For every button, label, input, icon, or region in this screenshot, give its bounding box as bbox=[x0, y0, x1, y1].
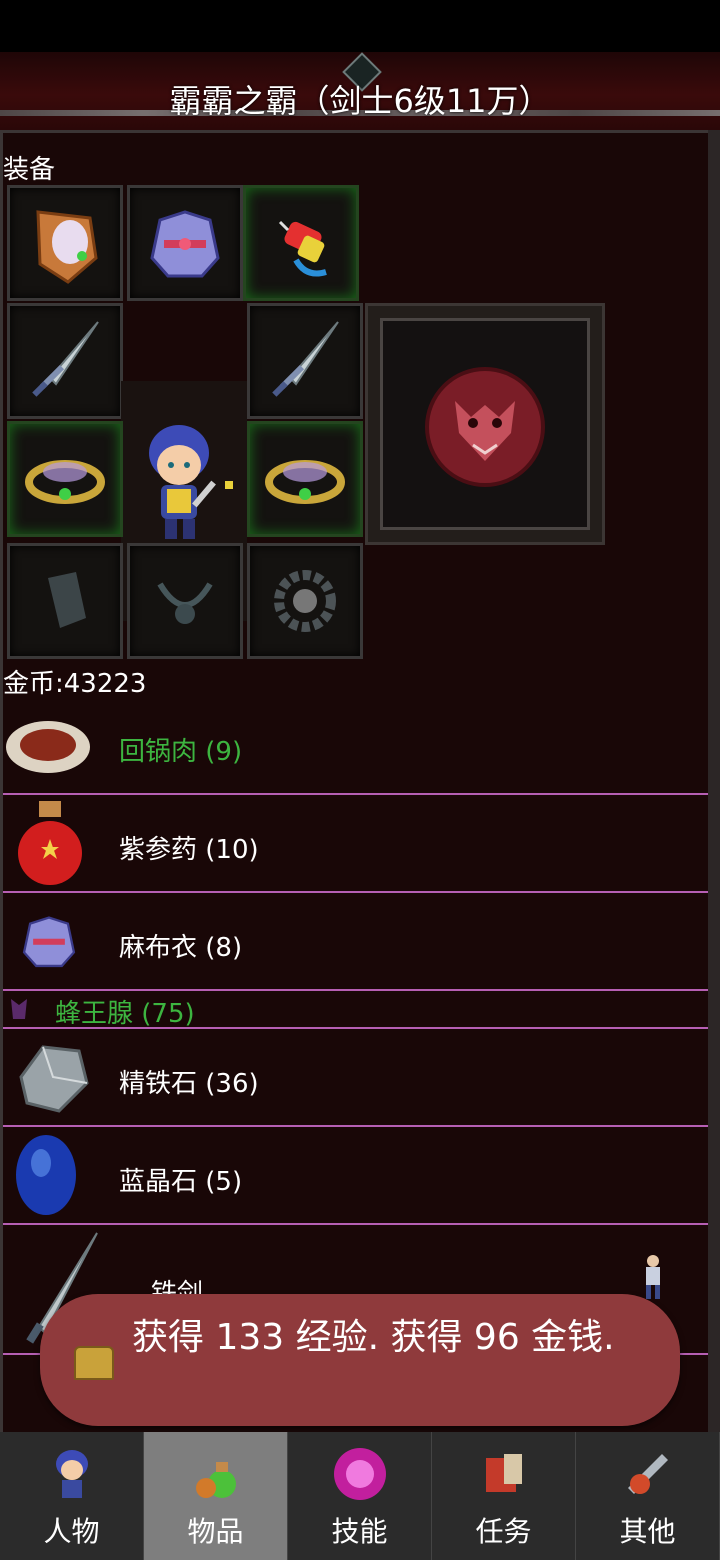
shoulder-armor-icon bbox=[36, 210, 98, 284]
necklace-icon bbox=[157, 582, 213, 624]
item-label: 精铁石 (36) bbox=[119, 1069, 259, 1099]
equip-slot-necklace[interactable] bbox=[127, 543, 243, 659]
game-window: 霸霸之霸（剑士6级11万） 装备 金币:43223 回锅肉 (9) 紫参药 (1… bbox=[0, 52, 720, 1432]
item-label: 蓝晶石 (5) bbox=[119, 1167, 243, 1197]
scroll-rail[interactable] bbox=[708, 130, 720, 1432]
hero-icon bbox=[55, 1450, 88, 1498]
gold-amount: 金币:43223 bbox=[3, 669, 147, 699]
tiger-emblem-icon bbox=[425, 367, 545, 487]
other-icon bbox=[627, 1454, 668, 1494]
tab-label: 技能 bbox=[331, 1515, 388, 1548]
bee-gland-icon bbox=[11, 999, 27, 1019]
equip-slot-beads[interactable] bbox=[247, 543, 363, 659]
tab-label: 物品 bbox=[187, 1515, 244, 1548]
special-slot-frame bbox=[380, 318, 590, 530]
equip-slot-robe[interactable] bbox=[127, 185, 243, 301]
equip-slot-ring-right[interactable] bbox=[247, 421, 363, 537]
skill-orb-icon bbox=[333, 1448, 386, 1500]
status-bar bbox=[0, 0, 720, 52]
item-label: 麻布衣 (8) bbox=[119, 933, 243, 963]
tab-skills[interactable]: 技能 bbox=[288, 1432, 432, 1560]
quest-book-icon bbox=[485, 1454, 522, 1492]
treasure-chest-icon bbox=[74, 1346, 114, 1380]
tab-quests[interactable]: 任务 bbox=[432, 1432, 576, 1560]
list-item[interactable]: 麻布衣 (8) bbox=[3, 893, 720, 991]
bracer-icon bbox=[48, 572, 86, 628]
npc-figure-icon bbox=[646, 1255, 660, 1299]
equip-slot-weapon-right[interactable] bbox=[247, 303, 363, 419]
reward-toast: 获得 133 经验. 获得 96 金钱. bbox=[40, 1294, 680, 1426]
sword-icon bbox=[272, 321, 339, 397]
robe-icon bbox=[22, 916, 76, 968]
item-label: 紫参药 (10) bbox=[119, 835, 259, 865]
potion-icon bbox=[18, 801, 82, 885]
equip-slot-weapon-left[interactable] bbox=[7, 303, 123, 419]
item-label: 回锅肉 (9) bbox=[119, 737, 243, 767]
beads-icon bbox=[274, 570, 336, 632]
tab-label: 其他 bbox=[619, 1515, 676, 1548]
potion-bag-icon bbox=[195, 1462, 236, 1498]
blue-crystal-icon bbox=[16, 1135, 76, 1215]
iron-ore-icon bbox=[19, 1045, 89, 1113]
list-item[interactable]: 精铁石 (36) bbox=[3, 1029, 720, 1127]
bottom-tab-bar: 人物 物品 技能 任务 其他 bbox=[0, 1432, 720, 1560]
ring-icon bbox=[25, 460, 105, 504]
list-item[interactable]: 蜂王腺 (75) bbox=[3, 991, 720, 1029]
tab-items[interactable]: 物品 bbox=[144, 1432, 288, 1560]
equip-slot-bracer[interactable] bbox=[7, 543, 123, 659]
tab-character[interactable]: 人物 bbox=[0, 1432, 144, 1560]
list-item[interactable]: 蓝晶石 (5) bbox=[3, 1127, 720, 1225]
robe-icon bbox=[150, 210, 220, 278]
equip-slot-ring-left[interactable] bbox=[7, 421, 123, 537]
meat-plate-icon bbox=[6, 721, 90, 773]
ring-icon bbox=[265, 460, 345, 504]
title-bar: 霸霸之霸（剑士6级11万） bbox=[0, 52, 720, 130]
firecracker-icon bbox=[278, 220, 327, 277]
equip-slot-firecracker[interactable] bbox=[243, 185, 359, 301]
character-title: 霸霸之霸（剑士6级11万） bbox=[169, 82, 551, 120]
tab-other[interactable]: 其他 bbox=[576, 1432, 720, 1560]
tab-label: 任务 bbox=[475, 1515, 532, 1548]
tab-label: 人物 bbox=[43, 1515, 100, 1548]
item-label: 蜂王腺 (75) bbox=[55, 999, 195, 1029]
sword-icon bbox=[32, 321, 99, 397]
toast-message: 获得 133 经验. 获得 96 金钱. bbox=[132, 1317, 615, 1358]
list-item[interactable]: 回锅肉 (9) bbox=[3, 701, 720, 795]
list-item[interactable]: 紫参药 (10) bbox=[3, 795, 720, 893]
equip-slot-armor[interactable] bbox=[7, 185, 123, 301]
inventory-panel: 装备 金币:43223 回锅肉 (9) 紫参药 (10) 麻布衣 (8) 蜂王腺… bbox=[0, 130, 720, 1432]
equipment-label: 装备 bbox=[3, 155, 56, 185]
special-equip-slot[interactable] bbox=[365, 303, 605, 545]
